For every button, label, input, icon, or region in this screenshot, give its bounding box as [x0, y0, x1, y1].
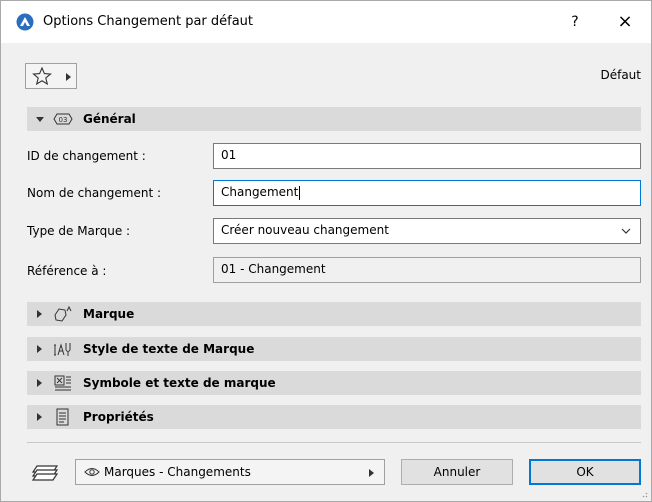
eye-icon	[84, 468, 100, 476]
section-title: Style de texte de Marque	[83, 342, 255, 356]
section-title: Propriétés	[83, 410, 154, 424]
tag-03-icon: 03	[53, 113, 73, 125]
change-name-value: Changement	[221, 185, 299, 199]
change-name-input[interactable]: Changement	[213, 180, 641, 206]
reference-value: 01 - Changement	[221, 262, 326, 276]
section-properties[interactable]: Propriétés	[27, 405, 641, 429]
reference-label: Référence à :	[27, 264, 107, 278]
change-name-label: Nom de changement :	[27, 186, 162, 200]
footer-divider	[27, 442, 641, 443]
svg-text:03: 03	[59, 116, 68, 124]
expand-arrow-icon	[37, 310, 42, 318]
layer-name: Marques - Changements	[104, 465, 251, 479]
reference-field: 01 - Changement	[213, 257, 641, 283]
collapse-arrow-icon	[36, 117, 44, 122]
change-id-input[interactable]: 01	[213, 143, 641, 169]
default-label: Défaut	[600, 68, 641, 82]
help-button[interactable]: ?	[561, 9, 589, 35]
marker-type-label: Type de Marque :	[27, 224, 131, 238]
dialog-window: Options Changement par défaut ? × Défaut…	[0, 0, 652, 502]
change-id-value: 01	[221, 148, 237, 162]
title-bar: Options Changement par défaut ? ×	[1, 1, 651, 43]
expand-arrow-icon	[37, 413, 42, 421]
change-id-label: ID de changement :	[27, 149, 146, 163]
chevron-right-icon	[66, 73, 71, 81]
section-title: Symbole et texte de marque	[83, 376, 276, 390]
section-title: Marque	[83, 307, 135, 321]
expand-arrow-icon	[37, 379, 42, 387]
text-style-icon	[54, 343, 71, 356]
marker-type-value: Créer nouveau changement	[221, 223, 389, 237]
archicad-app-icon	[16, 13, 34, 31]
properties-list-icon	[56, 408, 69, 426]
window-title: Options Changement par défaut	[43, 14, 254, 29]
close-button[interactable]: ×	[611, 9, 639, 35]
section-marker[interactable]: Marque	[27, 302, 641, 326]
marker-shape-icon	[54, 305, 72, 322]
ok-button[interactable]: OK	[529, 459, 641, 485]
expand-arrow-icon	[37, 345, 42, 353]
marker-type-select[interactable]: Créer nouveau changement	[213, 218, 641, 244]
symbol-text-icon	[54, 375, 71, 391]
chevron-down-icon	[621, 228, 631, 234]
section-marker-text-style[interactable]: Style de texte de Marque	[27, 337, 641, 361]
star-icon	[32, 67, 52, 85]
resize-grip-icon[interactable]	[640, 490, 648, 498]
chevron-right-icon	[369, 469, 374, 477]
text-caret	[299, 185, 301, 200]
layer-select[interactable]: Marques - Changements	[75, 459, 385, 485]
favorites-button[interactable]	[25, 63, 77, 89]
section-general[interactable]: 03 Général	[27, 107, 641, 131]
section-symbol-text[interactable]: Symbole et texte de marque	[27, 371, 641, 395]
cancel-button[interactable]: Annuler	[401, 459, 513, 485]
layers-icon	[31, 465, 59, 481]
section-title: Général	[83, 112, 136, 126]
